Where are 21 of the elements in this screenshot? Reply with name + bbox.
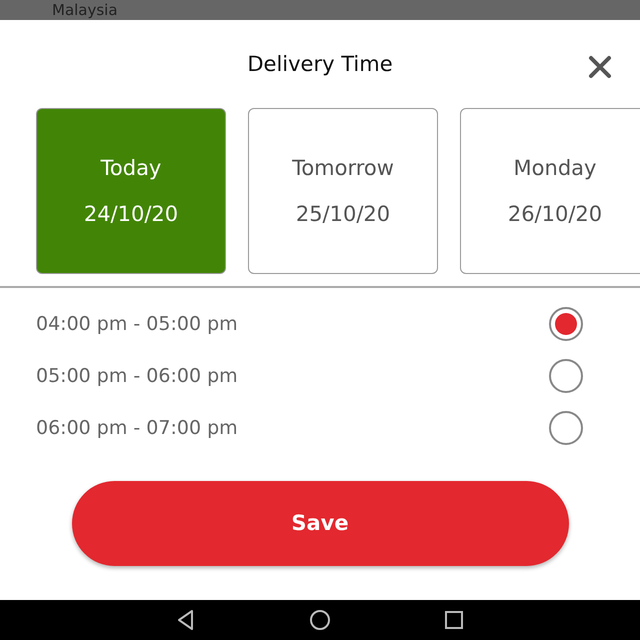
date-label: 26/10/20 <box>508 202 602 226</box>
date-label: 25/10/20 <box>296 202 390 226</box>
close-icon[interactable] <box>588 55 612 79</box>
radio-button[interactable] <box>549 358 583 392</box>
date-label: 24/10/20 <box>84 202 178 226</box>
day-label: Today <box>100 156 162 180</box>
date-card[interactable]: Tomorrow 25/10/20 <box>248 108 438 274</box>
date-card[interactable]: Today 24/10/20 <box>36 108 226 274</box>
save-button[interactable]: Save <box>72 480 568 566</box>
time-slot-label: 05:00 pm - 06:00 pm <box>36 364 238 386</box>
time-slot-label: 06:00 pm - 07:00 pm <box>36 416 238 438</box>
radio-button[interactable] <box>549 306 583 340</box>
day-label: Monday <box>514 156 596 180</box>
home-icon[interactable] <box>308 608 332 632</box>
dialog-title: Delivery Time <box>247 52 393 76</box>
recents-icon[interactable] <box>442 608 466 632</box>
background-text: Malaysia <box>52 1 118 19</box>
radio-button[interactable] <box>549 410 583 444</box>
day-label: Tomorrow <box>292 156 394 180</box>
time-slot-label: 04:00 pm - 05:00 pm <box>36 312 238 334</box>
date-card[interactable]: Monday 26/10/20 <box>460 108 640 274</box>
